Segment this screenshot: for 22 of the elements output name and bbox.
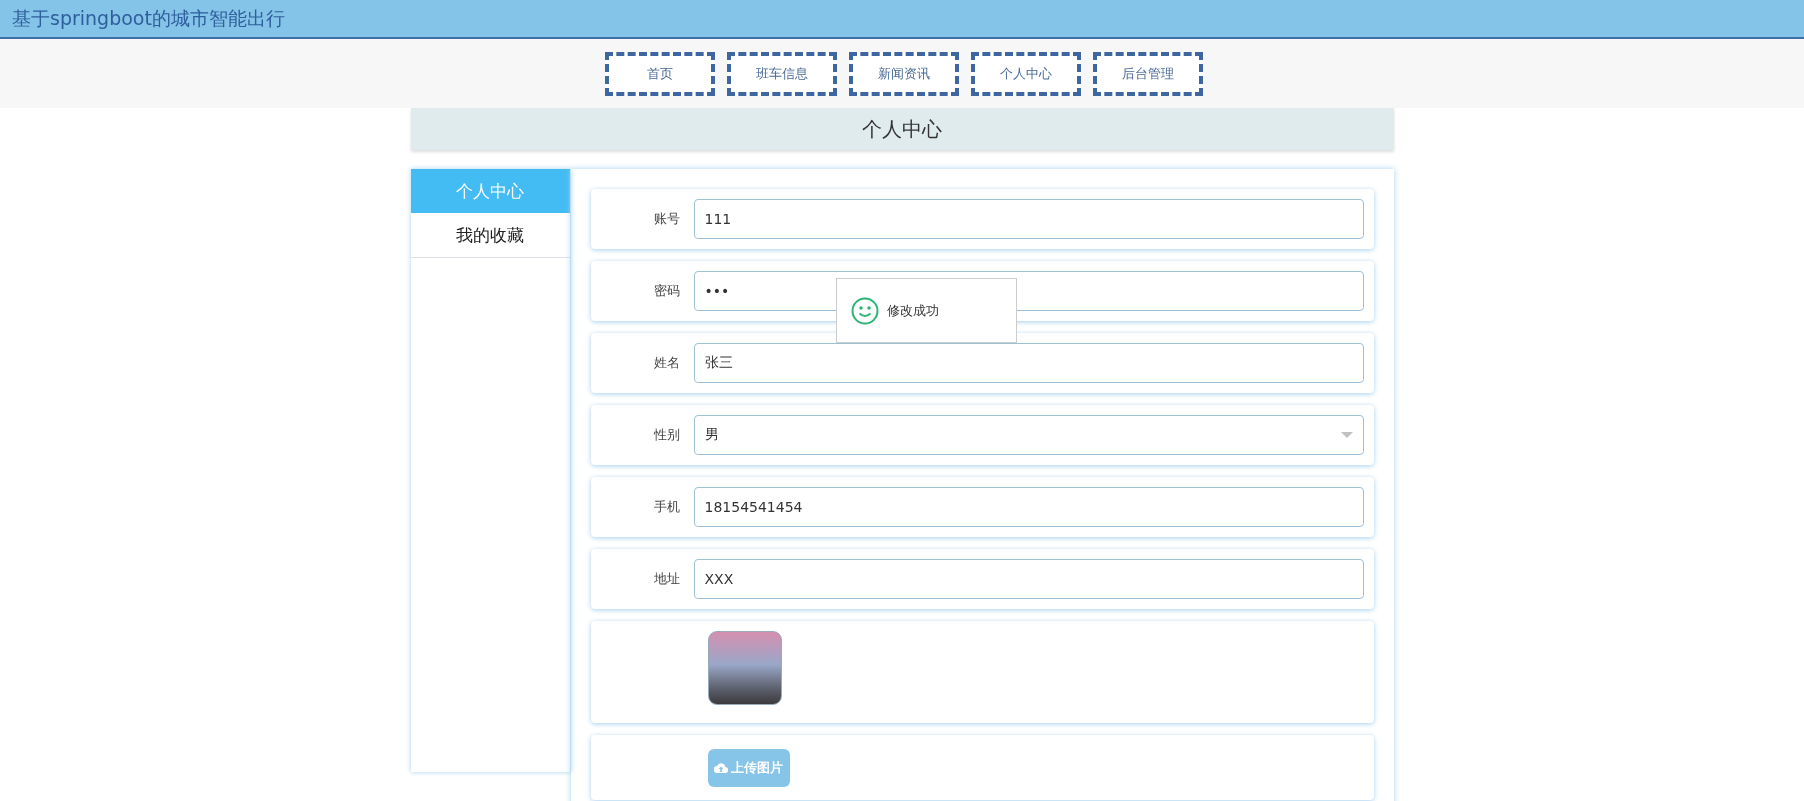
field-label: 账号 <box>652 210 681 228</box>
nav-link[interactable]: 后台管理 <box>1093 51 1203 96</box>
input-field[interactable]: XXX <box>693 559 1364 599</box>
field-label: 地址 <box>652 570 681 588</box>
select-field[interactable]: 男 <box>693 415 1364 455</box>
nav-link[interactable]: 班车信息 <box>727 51 837 96</box>
page-title: 个人中心 <box>410 108 1394 150</box>
input-field[interactable]: 18154541454 <box>693 487 1364 527</box>
nav-link[interactable]: 首页 <box>605 51 715 96</box>
field-label: 密码 <box>652 282 681 300</box>
site-title: 基于springboot的城市智能出行 <box>12 5 285 31</box>
field-label: 姓名 <box>652 354 681 372</box>
caret-icon <box>1340 432 1353 438</box>
nav-link[interactable]: 新闻资讯 <box>849 51 959 96</box>
smiley-icon <box>851 296 879 325</box>
field-label: 手机 <box>652 498 681 516</box>
input-field[interactable]: 111 <box>693 199 1364 239</box>
nav-link[interactable]: 个人中心 <box>971 51 1081 96</box>
sidebar-item[interactable]: 我的收藏 <box>410 213 570 258</box>
field-label: 性别 <box>652 426 681 444</box>
input-field[interactable]: 张三 <box>693 343 1364 383</box>
cloud-upload-icon <box>714 762 728 773</box>
